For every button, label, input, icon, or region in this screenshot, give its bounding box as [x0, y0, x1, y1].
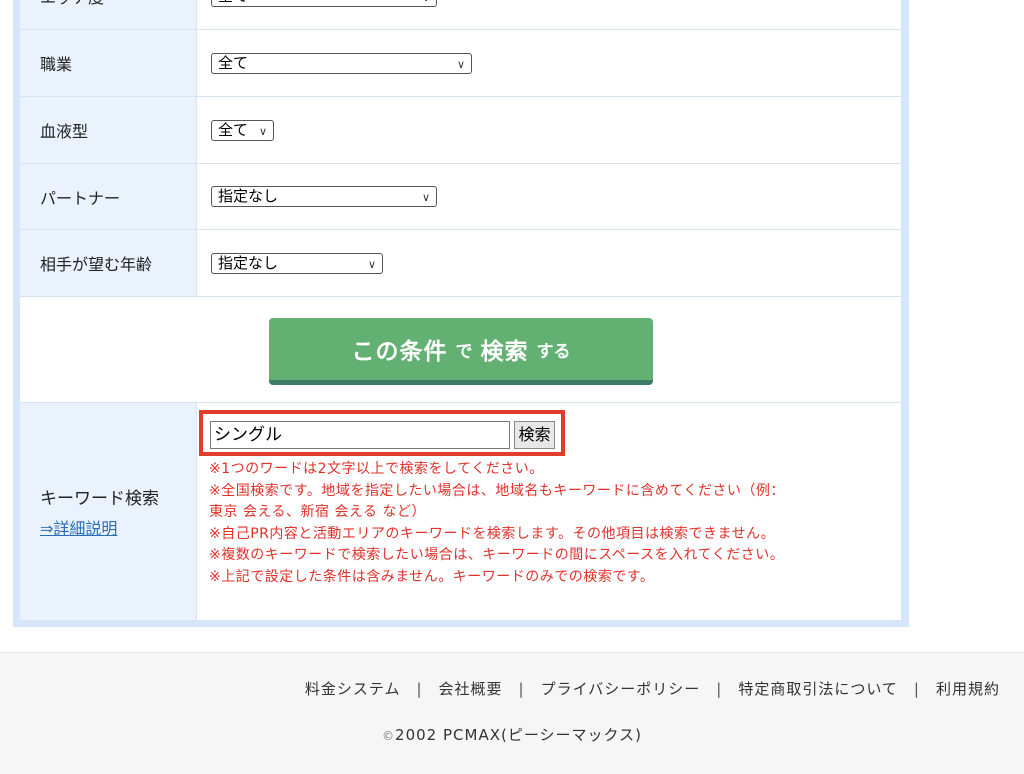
- row-label: エッチ度: [20, 0, 197, 29]
- footer-link-commercial-law[interactable]: 特定商取引法について: [738, 678, 898, 699]
- row-label: 職業: [20, 30, 197, 96]
- form-row-partner: パートナー 指定なし ∨: [20, 164, 901, 230]
- footer-links: 料金システム | 会社概要 | プライバシーポリシー | 特定商取引法について …: [305, 678, 1000, 699]
- row-label: 相手が望む年齢: [20, 230, 197, 296]
- form-row-blood-type: 血液型 全て ∨: [20, 97, 901, 164]
- note-line: 東京 会える、新宿 会える など）: [209, 504, 427, 520]
- keyword-search-row: キーワード検索 ⇒詳細説明 シングル 検索 ※1つのワードは2文字以上で検索をし…: [20, 403, 901, 620]
- detail-explanation-link[interactable]: ⇒詳細説明: [40, 515, 196, 539]
- keyword-highlight-box: シングル 検索: [199, 410, 565, 456]
- row-label: 血液型: [20, 97, 197, 163]
- chevron-down-icon: ∨: [258, 124, 267, 138]
- desired-age-select[interactable]: 指定なし ∨: [211, 252, 383, 274]
- keyword-label-cell: キーワード検索 ⇒詳細説明: [20, 403, 197, 620]
- footer-separator: |: [518, 679, 525, 698]
- note-line: ※1つのワードは2文字以上で検索をしてください。: [209, 461, 544, 477]
- copyright: ©2002 PCMAX(ピーシーマックス): [0, 724, 1024, 745]
- row-label: パートナー: [20, 164, 197, 229]
- keyword-input[interactable]: シングル: [210, 421, 510, 449]
- keyword-search-label: キーワード検索: [40, 489, 159, 509]
- footer-separator: |: [913, 679, 920, 698]
- ecchido-select[interactable]: 全て ∨: [211, 0, 437, 7]
- footer-separator: |: [716, 679, 723, 698]
- footer-link-privacy[interactable]: プライバシーポリシー: [541, 678, 701, 699]
- footer-link-company[interactable]: 会社概要: [439, 678, 503, 699]
- form-row-occupation: 職業 全て ∨: [20, 30, 901, 97]
- keyword-search-button[interactable]: 検索: [514, 421, 555, 449]
- copyright-icon: ©: [382, 729, 396, 743]
- keyword-notes: ※1つのワードは2文字以上で検索をしてください。 ※全国検索です。地域を指定した…: [209, 459, 879, 588]
- form-row-desired-age: 相手が望む年齢 指定なし ∨: [20, 230, 901, 297]
- note-line: ※自己PR内容と活動エリアのキーワードを検索します。その他項目は検索できません。: [209, 525, 776, 542]
- chevron-down-icon: ∨: [421, 191, 430, 204]
- footer-link-terms[interactable]: 利用規約: [936, 678, 1000, 699]
- blood-type-select[interactable]: 全て ∨: [211, 119, 274, 141]
- chevron-down-icon: ∨: [367, 257, 376, 271]
- note-line: ※複数のキーワードで検索したい場合は、キーワードの間にスペースを入れてください。: [209, 547, 785, 563]
- partner-select[interactable]: 指定なし ∨: [211, 186, 437, 207]
- occupation-select[interactable]: 全て ∨: [211, 52, 472, 74]
- note-line: ※上記で設定した条件は含みません。キーワードのみでの検索です。: [209, 568, 655, 585]
- search-button-row: この条件 で 検索 する: [20, 297, 901, 403]
- chevron-down-icon: ∨: [422, 0, 430, 7]
- condition-search-button[interactable]: この条件 で 検索 する: [269, 318, 653, 385]
- footer-link-pricing[interactable]: 料金システム: [305, 678, 401, 699]
- chevron-down-icon: ∨: [456, 57, 465, 71]
- copyright-text: 2002 PCMAX(ピーシーマックス): [395, 726, 642, 744]
- note-line: ※全国検索です。地域を指定したい場合は、地域名もキーワードに含めてください（例：: [209, 482, 785, 499]
- form-row-ecchido: エッチ度 全て ∨: [20, 0, 901, 30]
- keyword-value-cell: シングル 検索 ※1つのワードは2文字以上で検索をしてください。 ※全国検索です…: [197, 403, 901, 620]
- footer: 料金システム | 会社概要 | プライバシーポリシー | 特定商取引法について …: [0, 652, 1024, 774]
- footer-separator: |: [416, 679, 423, 698]
